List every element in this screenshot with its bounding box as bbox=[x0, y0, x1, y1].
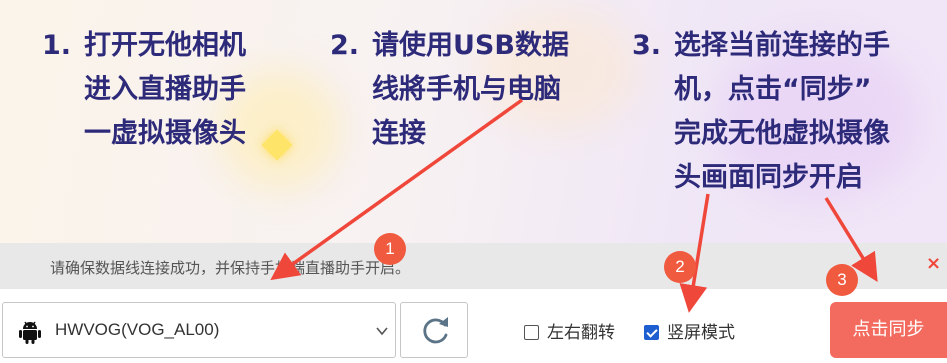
notice-text: 请确保数据线连接成功，并保持手机端直播助手开启。 bbox=[50, 259, 411, 277]
android-icon bbox=[19, 321, 41, 344]
step-line: 连接 bbox=[372, 118, 426, 149]
portrait-mode-label: 竖屏模式 bbox=[667, 323, 735, 343]
notice-bar: 请确保数据线连接成功，并保持手机端直播助手开启。 bbox=[0, 243, 947, 289]
step-number: 3. bbox=[632, 30, 662, 61]
refresh-icon bbox=[423, 317, 448, 344]
portrait-mode-checkbox[interactable] bbox=[644, 325, 659, 340]
refresh-button[interactable] bbox=[400, 302, 468, 358]
step-line: 进入直播助手 bbox=[84, 74, 246, 105]
step-number: 1. bbox=[42, 30, 72, 61]
step-line: 线將手机与电脑 bbox=[372, 74, 561, 105]
instruction-banner: 1. 打开无他相机 进入直播助手 一虚拟摄像头 2. 请使用USB数据 线將手机与电… bbox=[0, 0, 947, 243]
step-line: 选择当前连接的手 bbox=[674, 30, 890, 61]
step-line: 机，点击“同步” bbox=[674, 74, 872, 105]
step-line: 打开无他相机 bbox=[84, 30, 246, 61]
step-badge: 3 bbox=[826, 264, 858, 296]
sync-button[interactable]: 点击同步 bbox=[830, 302, 947, 358]
instruction-step-1: 1. 打开无他相机 进入直播助手 一虚拟摄像头 bbox=[42, 24, 246, 156]
step-line: 请使用USB数据 bbox=[372, 30, 569, 61]
step-badge: 2 bbox=[664, 251, 696, 283]
instruction-step-2: 2. 请使用USB数据 线將手机与电脑 连接 bbox=[330, 24, 569, 156]
step-line: 完成无他虚拟摄像 bbox=[674, 118, 890, 149]
flip-horizontal-option[interactable]: 左右翻转 bbox=[524, 318, 615, 343]
close-icon[interactable]: × bbox=[926, 253, 941, 274]
flip-horizontal-checkbox[interactable] bbox=[524, 325, 539, 340]
portrait-mode-option[interactable]: 竖屏模式 bbox=[644, 318, 735, 343]
step-number: 2. bbox=[330, 30, 360, 61]
step-line: 头画面同步开启 bbox=[674, 162, 863, 193]
chevron-down-icon bbox=[376, 327, 388, 336]
flip-horizontal-label: 左右翻转 bbox=[547, 323, 615, 343]
device-select-value: HWVOG(VOG_AL00) bbox=[55, 320, 220, 339]
device-select[interactable]: HWVOG(VOG_AL00) bbox=[2, 302, 396, 358]
step-line: 一虚拟摄像头 bbox=[84, 118, 246, 149]
instruction-step-3: 3. 选择当前连接的手 机，点击“同步” 完成无他虚拟摄像 头画面同步开启 bbox=[632, 24, 890, 200]
step-badge: 1 bbox=[374, 233, 406, 265]
